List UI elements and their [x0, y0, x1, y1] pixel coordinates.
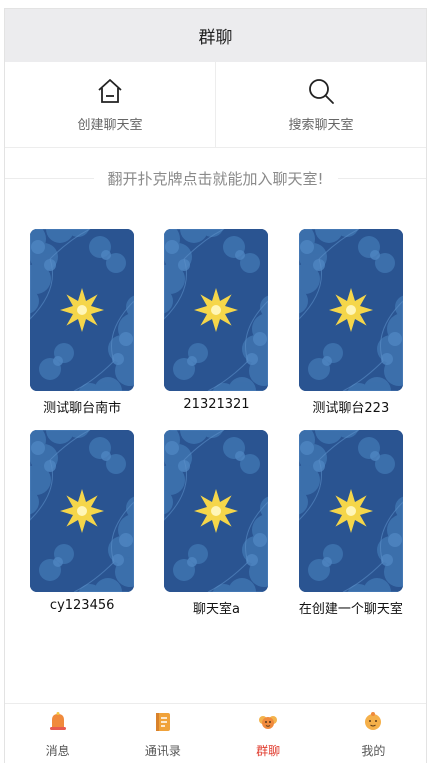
card-back-image — [298, 229, 403, 391]
card-back-image — [298, 430, 403, 592]
card-back-image — [30, 430, 135, 592]
room-name: 测试聊台南市 — [43, 401, 122, 416]
tab-messages[interactable]: 消息 — [5, 704, 110, 763]
room-card[interactable]: 测试聊台南市 — [15, 229, 149, 416]
search-icon — [309, 79, 334, 104]
room-card[interactable]: 测试聊台223 — [284, 229, 418, 416]
page-title: 群聊 — [198, 28, 233, 48]
room-card[interactable]: 21321321 — [149, 229, 283, 416]
star-icon — [299, 229, 403, 391]
tab-label: 通讯录 — [144, 744, 181, 758]
profile-icon — [365, 712, 382, 730]
app-frame: 群聊 创建聊天室 搜索聊天室 翻开扑克牌点击就能加入聊天室! 测试聊台南市 21… — [4, 8, 427, 763]
home-icon — [98, 79, 122, 103]
star-icon — [299, 430, 403, 592]
room-name: 测试聊台223 — [312, 401, 390, 416]
hint-text: 翻开扑克牌点击就能加入聊天室! — [107, 169, 324, 188]
contacts-icon — [155, 713, 170, 731]
message-icon — [49, 712, 66, 730]
room-grid: 测试聊台南市 21321321 测试聊台223 cy123456 聊天室a 在创… — [15, 229, 418, 617]
star-icon — [30, 430, 134, 592]
room-name: 21321321 — [183, 397, 250, 412]
search-room-button[interactable]: 搜索聊天室 — [215, 62, 426, 147]
star-icon — [164, 229, 268, 391]
tab-label: 消息 — [45, 744, 70, 758]
card-back-image — [30, 229, 135, 391]
tab-label: 我的 — [361, 744, 386, 758]
tab-contacts[interactable]: 通讯录 — [110, 704, 215, 763]
card-back-image — [164, 430, 269, 592]
tab-label: 群聊 — [256, 744, 281, 758]
tab-group-chat[interactable]: 群聊 — [216, 704, 321, 763]
star-icon — [164, 430, 268, 592]
app-header: 群聊 — [5, 9, 426, 62]
divider-line — [337, 177, 427, 179]
room-name: cy123456 — [49, 598, 115, 613]
tab-profile[interactable]: 我的 — [321, 704, 426, 763]
create-room-button[interactable]: 创建聊天室 — [5, 62, 215, 147]
room-card[interactable]: 在创建一个聊天室 — [284, 430, 418, 617]
action-bar: 创建聊天室 搜索聊天室 — [5, 62, 426, 148]
divider-line — [5, 177, 94, 179]
room-name: 聊天室a — [193, 602, 240, 617]
card-back-image — [164, 229, 269, 391]
room-card[interactable]: cy123456 — [15, 430, 149, 617]
hint-divider: 翻开扑克牌点击就能加入聊天室! — [5, 167, 427, 189]
create-room-label: 创建聊天室 — [77, 118, 143, 133]
bottom-tab-bar: 消息 通讯录 群聊 我的 — [5, 703, 426, 763]
room-name: 在创建一个聊天室 — [298, 602, 403, 617]
room-card[interactable]: 聊天室a — [149, 430, 283, 617]
search-room-label: 搜索聊天室 — [288, 118, 354, 133]
group-chat-icon — [259, 716, 278, 729]
star-icon — [30, 229, 134, 391]
